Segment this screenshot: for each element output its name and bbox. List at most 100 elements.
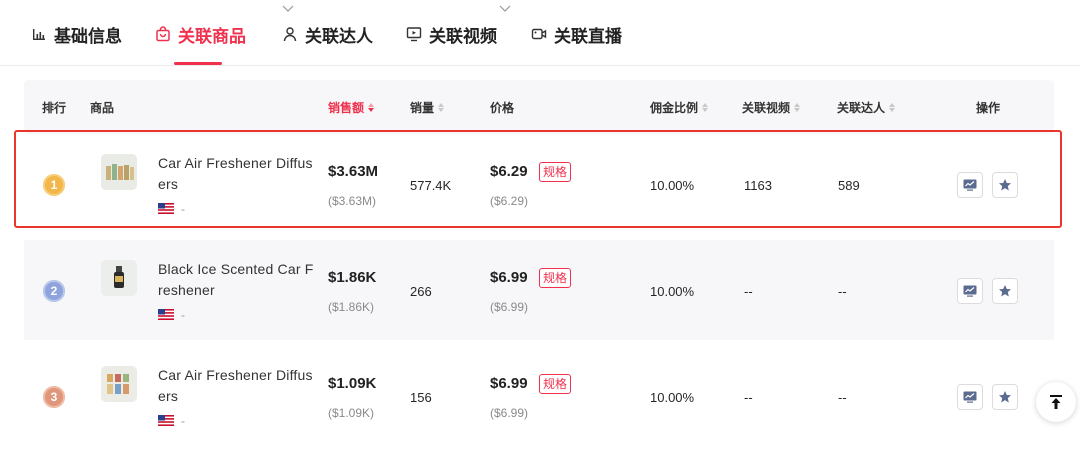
price-sub: ($6.99) [490, 406, 529, 420]
product-thumbnail[interactable] [101, 366, 137, 402]
tab-label: 关联达人 [305, 26, 373, 46]
tab-basic-info[interactable]: 基础信息 [30, 20, 122, 48]
product-name[interactable]: Black Ice Scented Car Freshener [158, 259, 316, 301]
spec-button[interactable]: 规格 [539, 374, 572, 394]
header-rank: 排行 [42, 100, 67, 115]
products-table: 排行 商品 销售额 销量 价格 佣金比例 关联视频 关联达人 操作 1 Car … [24, 80, 1054, 428]
spec-button[interactable]: 规格 [539, 268, 572, 288]
trend-monitor-icon [963, 391, 977, 403]
price-sub: ($6.29) [490, 194, 529, 208]
tab-related-products[interactable]: 关联商品 [154, 20, 246, 48]
video-screen-icon [405, 25, 423, 43]
commission-rate: 10.00% [650, 178, 695, 193]
rank-bronze-badge: 3 [43, 386, 65, 408]
related-creators-count: -- [838, 390, 847, 405]
header-product: 商品 [90, 100, 115, 115]
sales-volume: 156 [410, 390, 432, 405]
product-thumbnail[interactable] [101, 154, 137, 190]
shopping-bag-icon [154, 25, 172, 43]
chevron-down-icon [499, 5, 511, 12]
region-placeholder: - [181, 308, 185, 322]
commission-rate: 10.00% [650, 390, 695, 405]
sort-icon [794, 102, 801, 112]
favorite-button[interactable] [992, 278, 1018, 304]
live-camera-icon [530, 25, 548, 43]
sales-amount: $1.86K [328, 269, 377, 286]
header-sales-amount[interactable]: 销售额 [328, 80, 375, 134]
header-commission[interactable]: 佣金比例 [650, 80, 709, 134]
us-flag-icon [158, 203, 174, 214]
header-label: 销量 [410, 100, 435, 115]
related-creators-count: -- [838, 284, 847, 299]
tab-label: 关联视频 [429, 26, 497, 46]
tab-label: 关联直播 [554, 26, 622, 46]
sort-icon [889, 102, 896, 112]
tab-related-live[interactable]: 关联直播 [530, 20, 622, 48]
region-placeholder: - [181, 202, 185, 216]
star-icon [999, 391, 1011, 403]
sales-amount: $1.09K [328, 375, 377, 392]
related-videos-count: -- [744, 284, 753, 299]
header-sales-volume[interactable]: 销量 [410, 80, 445, 134]
price-sub: ($6.99) [490, 300, 529, 314]
header-label: 关联达人 [837, 100, 886, 115]
product-name[interactable]: Car Air Freshener Diffusers [158, 153, 316, 195]
rank-number: 2 [50, 284, 58, 298]
spec-button[interactable]: 规格 [539, 162, 572, 182]
table-row[interactable]: 1 Car Air Freshener Diffusers - $3.63M (… [24, 134, 1054, 234]
favorite-button[interactable] [992, 172, 1018, 198]
rank-number: 1 [50, 178, 58, 192]
header-related-videos[interactable]: 关联视频 [742, 80, 801, 134]
sales-amount-sub: ($3.63M) [328, 194, 377, 208]
header-related-creators[interactable]: 关联达人 [837, 80, 896, 134]
header-label: 关联视频 [742, 100, 791, 115]
sort-icon [702, 102, 709, 112]
table-row[interactable]: 3 Car Air Freshener Diffusers - $1.09K (… [24, 346, 1054, 446]
related-videos-count: 1163 [744, 178, 772, 193]
analytics-button[interactable] [957, 278, 983, 304]
trend-monitor-icon [963, 285, 977, 297]
arrow-up-to-top-icon [1050, 395, 1062, 409]
product-name[interactable]: Car Air Freshener Diffusers [158, 365, 316, 407]
us-flag-icon [158, 415, 174, 426]
user-icon [281, 25, 299, 43]
sort-icon [368, 102, 375, 112]
us-flag-icon [158, 309, 174, 320]
trend-monitor-icon [963, 179, 977, 191]
price: $6.99 [490, 269, 528, 286]
price: $6.99 [490, 375, 528, 392]
commission-rate: 10.00% [650, 284, 695, 299]
header-label: 佣金比例 [650, 100, 699, 115]
related-videos-count: -- [744, 390, 753, 405]
tab-bar: 基础信息 关联商品 关联达人 关联视频 关联直播 [0, 0, 1080, 66]
sales-volume: 577.4K [410, 178, 452, 193]
tab-related-videos[interactable]: 关联视频 [405, 20, 497, 48]
rank-silver-badge: 2 [43, 280, 65, 302]
rank-gold-badge: 1 [43, 174, 65, 196]
related-creators-count: 589 [838, 178, 860, 193]
table-header: 排行 商品 销售额 销量 价格 佣金比例 关联视频 关联达人 操作 [24, 80, 1054, 134]
header-actions: 操作 [976, 100, 1001, 115]
sales-amount-sub: ($1.86K) [328, 300, 375, 314]
back-to-top-button[interactable] [1036, 382, 1076, 422]
star-icon [999, 179, 1011, 191]
tab-label: 关联商品 [178, 26, 246, 46]
star-icon [999, 285, 1011, 297]
chevron-down-icon [282, 5, 294, 12]
product-thumbnail[interactable] [101, 260, 137, 296]
favorite-button[interactable] [992, 384, 1018, 410]
header-label: 销售额 [328, 100, 365, 115]
price: $6.29 [490, 163, 528, 180]
sales-amount-sub: ($1.09K) [328, 406, 375, 420]
table-row[interactable]: 2 Black Ice Scented Car Freshener - $1.8… [24, 240, 1054, 340]
tab-label: 基础信息 [54, 26, 122, 46]
sort-icon [438, 102, 445, 112]
analytics-button[interactable] [957, 172, 983, 198]
sales-amount: $3.63M [328, 163, 379, 180]
tab-related-creators[interactable]: 关联达人 [281, 20, 373, 48]
active-tab-indicator [174, 62, 222, 65]
bar-chart-icon [30, 25, 48, 43]
region-placeholder: - [181, 414, 185, 428]
analytics-button[interactable] [957, 384, 983, 410]
header-price: 价格 [490, 100, 515, 115]
